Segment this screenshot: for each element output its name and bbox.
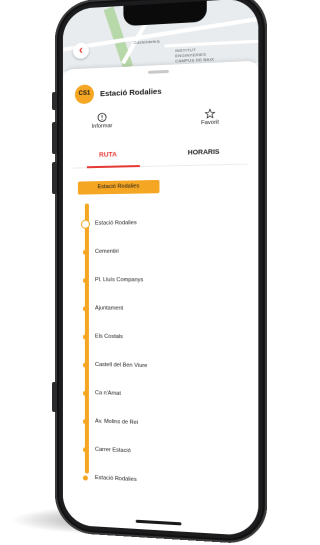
map-label: Castelldefels [133,38,161,45]
line-title: Estació Rodalies [100,86,162,99]
phone-frame: Castelldefels INSTITUT ENGINYERIES CAMPU… [52,0,268,545]
stop-label: Carrer Estació [94,446,131,455]
stop-marker [82,306,88,312]
inform-label: Informar [91,123,113,130]
stop-label: Ca n'Amat [94,390,121,397]
origin-stop-pill: Estació Rodalies [77,179,160,195]
tab-ruta[interactable]: RUTA [99,151,117,159]
chevron-left-icon: ‹ [78,42,83,57]
route-sheet: CS1 Estació Rodalies Informar Favorit RU… [62,60,259,537]
inform-button[interactable]: Informar [77,111,128,130]
stop-marker [82,475,88,481]
favorite-button[interactable]: Favorit [184,107,237,126]
stop-marker [82,390,88,396]
stop-marker-current [80,219,90,229]
stop-label: Cementiri [94,248,119,255]
volume-up-button [52,121,57,155]
side-button [52,381,57,413]
stop-marker [82,362,88,368]
home-indicator[interactable] [135,519,182,526]
star-icon [205,108,216,119]
stop-label: Ajuntament [94,305,124,312]
mute-switch [52,91,57,111]
stop-marker [82,278,88,284]
sheet-handle[interactable] [148,69,169,74]
stop-label: Estació Rodalies [94,220,137,227]
stop-marker [82,249,88,255]
stop-label: Els Costals [94,333,123,341]
line-header: CS1 Estació Rodalies [74,78,248,105]
volume-down-button [52,161,57,195]
active-tab-indicator [86,165,140,169]
tab-bar: RUTA HORARIS [72,144,248,169]
stop-marker [82,334,88,340]
action-bar: Informar Favorit [63,107,258,142]
info-clock-icon [97,112,107,122]
stop-label: Av. Molins de Rei [94,418,139,427]
stop-marker [82,418,88,425]
stop-label: Castell del Ben Viure [94,361,148,370]
line-badge: CS1 [74,84,94,105]
stop-label: Pl. Lluís Companys [94,277,144,284]
phone-screen: Castelldefels INSTITUT ENGINYERIES CAMPU… [62,0,259,537]
tab-horaris[interactable]: HORARIS [188,149,220,157]
stop-marker [82,447,88,453]
favorite-label: Favorit [201,119,219,127]
stop-label: Estació Rodalies [94,474,137,484]
